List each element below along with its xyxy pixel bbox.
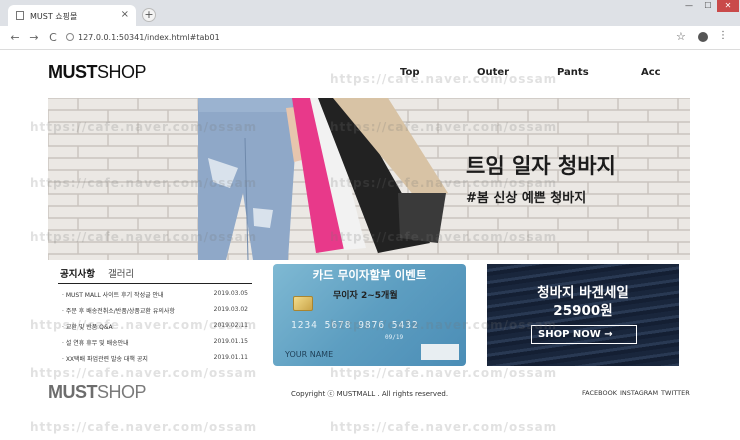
logo-light: SHOP <box>97 62 147 82</box>
notice-date: 2019.01.11 <box>213 354 248 361</box>
twitter-link[interactable]: TWITTER <box>661 389 690 397</box>
list-item[interactable]: · 주문 후 배송전취소/반품/상품교환 유의사항 2019.03.02 <box>62 306 248 318</box>
back-button[interactable]: ← <box>8 31 22 44</box>
notice-tab-bar: 공지사항 갤러리 <box>58 266 252 284</box>
card-number: 1234 5678 9876 5432 <box>291 320 419 331</box>
watermark: https://cafe.naver.com/ossam <box>330 420 558 434</box>
banner-subtitle: #봄 신상 예쁜 청바지 <box>466 191 587 206</box>
facebook-link[interactable]: FACEBOOK <box>582 389 617 397</box>
notice-date: 2019.03.05 <box>213 290 248 297</box>
reload-button[interactable]: C <box>46 31 60 44</box>
notice-title: · MUST MALL 사이트 후기 작성글 안내 <box>62 292 164 299</box>
tab-notice[interactable]: 공지사항 <box>60 266 95 280</box>
card-expiry: 09/19 <box>385 334 404 341</box>
notice-title: · 설 연휴 휴무 및 배송안내 <box>62 340 129 347</box>
minimize-button[interactable]: — <box>680 0 698 12</box>
forward-button[interactable]: → <box>27 31 41 44</box>
notice-title: · XX택배 파업관련 발송 대책 공지 <box>62 356 148 363</box>
tab-gallery[interactable]: 갤러리 <box>108 266 134 280</box>
card-event-title: 카드 무이자할부 이벤트 <box>312 268 427 282</box>
address-bar-row: ← → C 127.0.0.1:50341/index.html#tab01 ☆… <box>0 26 740 50</box>
nav-outer[interactable]: Outer <box>477 67 509 78</box>
browser-tab[interactable]: MUST 쇼핑몰 × <box>8 5 136 26</box>
page-icon <box>16 11 24 20</box>
instagram-link[interactable]: INSTAGRAM <box>620 389 658 397</box>
card-event-subtitle: 무이자 2~5개월 <box>333 291 398 301</box>
close-window-button[interactable]: ✕ <box>717 0 739 12</box>
url-input[interactable]: 127.0.0.1:50341/index.html#tab01 <box>64 30 664 46</box>
watermark: https://cafe.naver.com/ossam <box>30 366 258 380</box>
footer-logo-bold: MUST <box>48 382 98 402</box>
list-item[interactable]: · 교환 및 반품 Q&A 2019.02.11 <box>62 322 248 334</box>
watermark: https://cafe.naver.com/ossam <box>330 366 558 380</box>
card-event-banner[interactable]: 카드 무이자할부 이벤트 무이자 2~5개월 1234 5678 9876 54… <box>273 264 466 366</box>
notice-date: 2019.02.11 <box>213 322 248 329</box>
sale-title: 청바지 바겐세일 <box>537 285 629 301</box>
list-item[interactable]: · XX택배 파업관련 발송 대책 공지 2019.01.11 <box>62 354 248 366</box>
maximize-button[interactable]: ☐ <box>699 0 717 12</box>
tab-title: MUST 쇼핑몰 <box>30 12 78 21</box>
nav-pants[interactable]: Pants <box>557 67 589 78</box>
notice-title: · 주문 후 배송전취소/반품/상품교환 유의사항 <box>62 308 175 315</box>
info-icon[interactable] <box>66 33 74 41</box>
notice-date: 2019.03.02 <box>213 306 248 313</box>
card-panel <box>421 344 459 360</box>
notice-title: · 교환 및 반품 Q&A <box>62 324 113 331</box>
shop-now-button[interactable]: SHOP NOW → <box>531 325 637 344</box>
sale-banner[interactable]: 청바지 바겐세일 25900원 SHOP NOW → <box>487 264 679 366</box>
site-logo[interactable]: MUSTSHOP <box>48 62 147 83</box>
banner-title: 트임 일자 청바지 <box>466 154 616 178</box>
new-tab-button[interactable]: + <box>142 8 156 22</box>
account-icon[interactable] <box>698 32 708 42</box>
browser-tab-bar: MUST 쇼핑몰 × + — ☐ ✕ <box>0 0 740 26</box>
sale-price: 25900원 <box>553 303 613 319</box>
card-chip-icon <box>293 296 313 311</box>
tab-close-icon[interactable]: × <box>121 9 129 20</box>
watermark: https://cafe.naver.com/ossam <box>330 72 558 86</box>
card-holder: YOUR NAME <box>285 350 334 359</box>
bookmark-star-icon[interactable]: ☆ <box>676 30 686 43</box>
list-item[interactable]: · 설 연휴 휴무 및 배송안내 2019.01.15 <box>62 338 248 350</box>
watermark: https://cafe.naver.com/ossam <box>30 420 258 434</box>
notice-date: 2019.01.15 <box>213 338 248 345</box>
nav-top[interactable]: Top <box>400 67 420 78</box>
copyright-text: Copyright ⓒ MUSTMALL . All rights reserv… <box>291 390 449 398</box>
list-item[interactable]: · MUST MALL 사이트 후기 작성글 안내 2019.03.05 <box>62 290 248 302</box>
browser-menu-icon[interactable]: ⋮ <box>718 30 728 41</box>
nav-acc[interactable]: Acc <box>641 67 661 78</box>
footer-logo-light: SHOP <box>97 382 147 402</box>
url-text: 127.0.0.1:50341/index.html#tab01 <box>78 33 220 42</box>
logo-bold: MUST <box>48 62 98 82</box>
footer-logo[interactable]: MUSTSHOP <box>48 382 147 403</box>
